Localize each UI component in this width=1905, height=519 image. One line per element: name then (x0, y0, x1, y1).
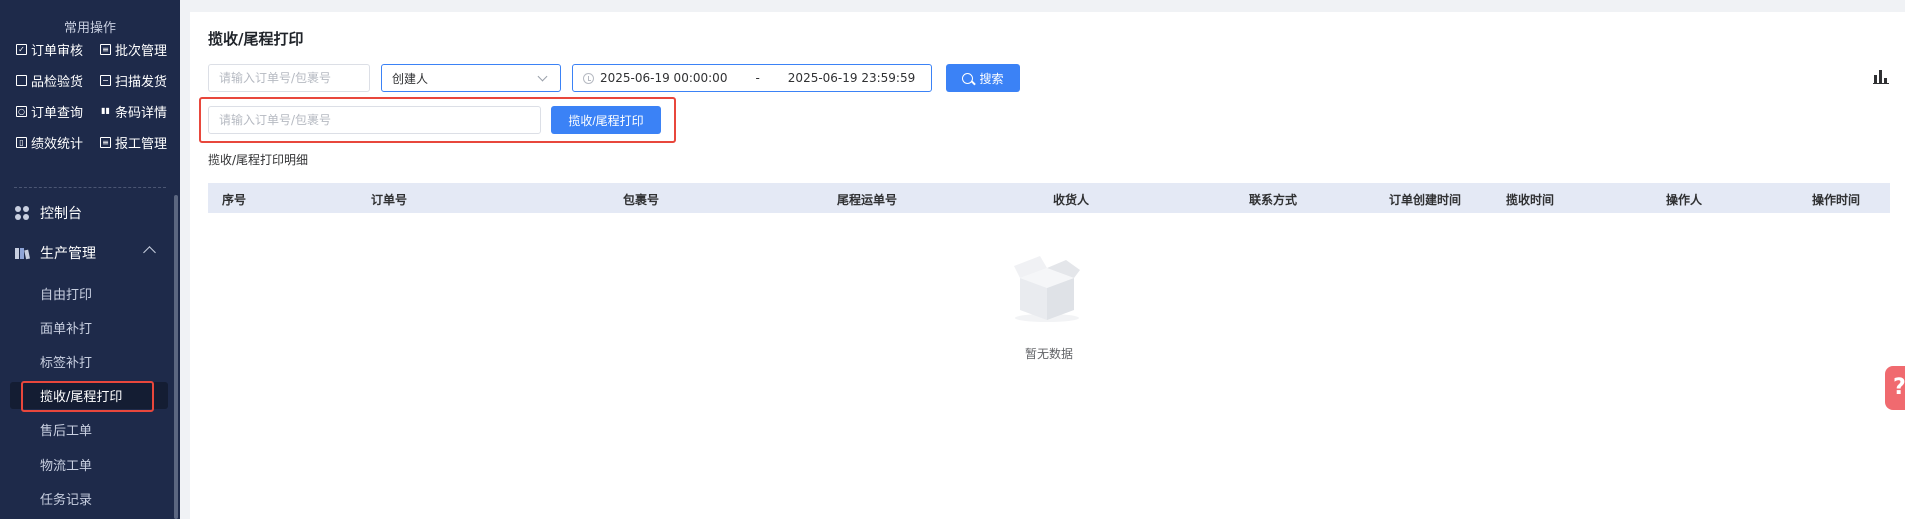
clock-icon (583, 72, 594, 84)
help-button[interactable]: ? (1885, 366, 1905, 410)
chevron-down-icon (537, 71, 548, 82)
sidebar-item-label-reprint[interactable]: 标签补打 (40, 352, 92, 371)
sidebar: 常用操作 ✓ 订单审核 ≡ 批次管理 品检验货 − 扫描发货 ○ 订单查询 ▮▮ 条码详情… (0, 0, 180, 519)
print-order-field[interactable] (219, 113, 540, 127)
quick-item-stats[interactable]: ▯ 绩效统计 (16, 133, 83, 152)
page-title: 揽收/尾程打印 (208, 30, 304, 48)
empty-text: 暂无数据 (1025, 347, 1074, 361)
creator-select[interactable]: 创建人 (381, 64, 561, 92)
th-order-created: 订单创建时间 (1389, 193, 1462, 207)
order-query-icon: ○ (16, 106, 27, 117)
production-icon (14, 245, 30, 261)
th-operate-time: 操作时间 (1812, 193, 1861, 207)
console-icon (14, 205, 30, 221)
check-square-icon: ✓ (16, 44, 27, 55)
date-start[interactable]: 2025-06-19 00:00:00 (600, 71, 727, 85)
section-label: 揽收/尾程打印明细 (208, 153, 309, 167)
quick-item-batch[interactable]: ≡ 批次管理 (100, 40, 167, 59)
th-pickup-time: 揽收时间 (1506, 193, 1555, 207)
table-header: 序号 订单号 包裹号 尾程运单号 收货人 联系方式 订单创建时间 揽收时间 操作… (208, 183, 1890, 213)
th-contact: 联系方式 (1249, 193, 1298, 207)
sidebar-item-after-sales[interactable]: 售后工单 (40, 420, 92, 439)
scan-icon: − (100, 75, 111, 86)
th-package-no: 包裹号 (623, 193, 660, 207)
th-order-no: 订单号 (371, 193, 408, 207)
sidebar-item-logistics[interactable]: 物流工单 (40, 455, 92, 474)
order-search-field[interactable] (219, 71, 369, 85)
print-order-input[interactable] (208, 106, 541, 134)
chevron-up-icon[interactable] (143, 246, 156, 259)
report-icon: ≡ (100, 137, 111, 148)
barcode-icon: ▮▮ (101, 106, 110, 115)
quick-item-order-query[interactable]: ○ 订单查询 (16, 102, 83, 121)
sidebar-item-production[interactable]: 生产管理 (14, 243, 96, 263)
date-end[interactable]: 2025-06-19 23:59:59 (788, 71, 915, 85)
date-separator: - (755, 71, 760, 85)
date-range-picker[interactable]: 2025-06-19 00:00:00 - 2025-06-19 23:59:5… (572, 64, 932, 92)
stats-icon: ▯ (16, 137, 27, 148)
search-icon (962, 72, 974, 84)
th-operator: 操作人 (1666, 193, 1703, 207)
quick-item-order-review[interactable]: ✓ 订单审核 (16, 40, 83, 59)
th-tracking-no: 尾程运单号 (837, 193, 898, 207)
bar-chart-icon[interactable] (1873, 70, 1889, 84)
sidebar-scrollbar[interactable] (174, 195, 178, 519)
search-button[interactable]: 搜索 (946, 64, 1020, 92)
quick-item-report[interactable]: ≡ 报工管理 (100, 133, 167, 152)
inspect-icon (16, 75, 27, 86)
quick-item-scan-ship[interactable]: − 扫描发货 (100, 71, 167, 90)
empty-box-icon (1010, 252, 1084, 326)
sidebar-item-waybill-reprint[interactable]: 面单补打 (40, 318, 92, 337)
quick-actions-title: 常用操作 (63, 21, 116, 36)
th-index: 序号 (222, 193, 247, 207)
help-icon: ? (1893, 375, 1905, 400)
sidebar-item-pickup-print[interactable]: 揽收/尾程打印 (40, 386, 122, 405)
pickup-print-button[interactable]: 揽收/尾程打印 (551, 106, 661, 134)
sidebar-item-task-log[interactable]: 任务记录 (40, 489, 92, 508)
sidebar-item-console[interactable]: 控制台 (14, 203, 82, 223)
sidebar-divider (14, 187, 166, 188)
quick-item-inspect[interactable]: 品检验货 (16, 71, 83, 90)
th-receiver: 收货人 (1053, 193, 1090, 207)
sidebar-item-free-print[interactable]: 自由打印 (40, 284, 92, 303)
batch-icon: ≡ (100, 44, 111, 55)
quick-item-barcode[interactable]: ▮▮ 条码详情 (100, 102, 167, 121)
creator-select-value: 创建人 (392, 71, 429, 86)
order-search-input[interactable] (208, 64, 370, 92)
